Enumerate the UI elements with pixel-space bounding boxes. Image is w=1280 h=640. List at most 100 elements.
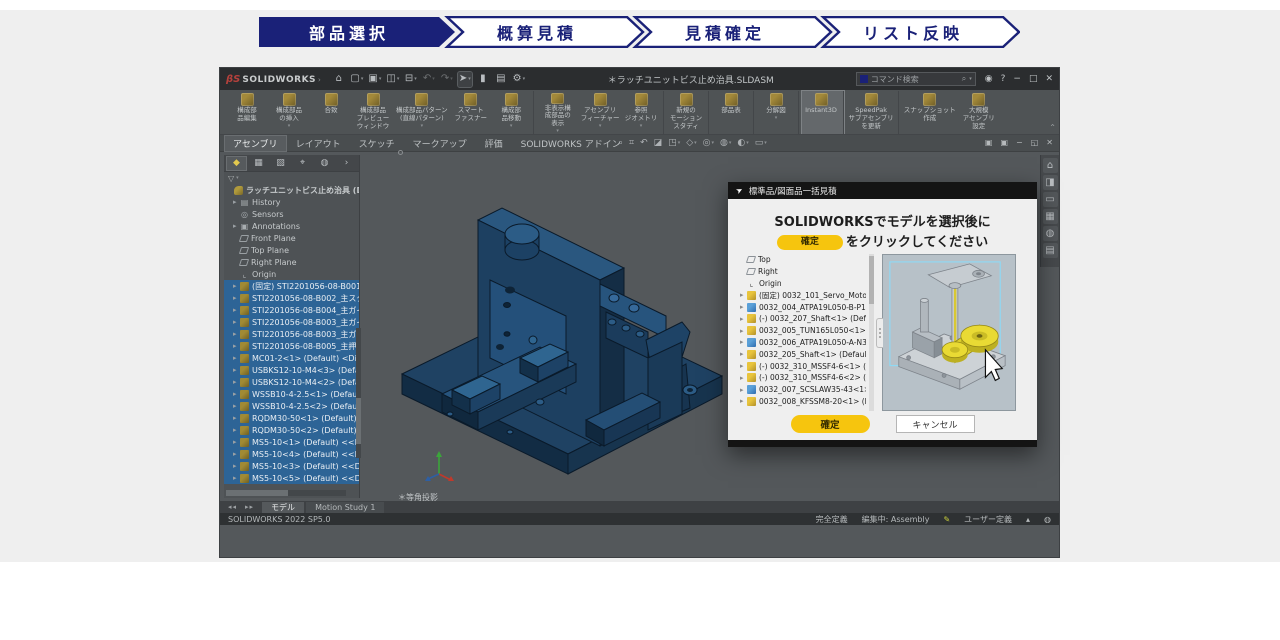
dialog-tree-item[interactable]: ▸ (-) 0032_310_MSSF4-6<2> (D bbox=[738, 372, 866, 384]
feature-tree-item[interactable]: ▸ Sensors bbox=[224, 208, 359, 220]
ribbon-button[interactable]: スマート ファスナー ▾ bbox=[450, 91, 492, 134]
user-account-icon[interactable]: ◉ bbox=[985, 74, 993, 84]
workflow-step-parts-select[interactable]: 部品選択 bbox=[259, 16, 439, 48]
web-help-icon[interactable]: ◍ bbox=[1044, 515, 1051, 524]
logo-expand-icon[interactable]: › bbox=[318, 76, 321, 84]
ribbon-button[interactable]: 参照 ジオメトリ ▾ bbox=[622, 91, 664, 134]
preview-3d-model[interactable] bbox=[883, 255, 1015, 410]
scrollbar-thumb[interactable] bbox=[869, 256, 874, 304]
panel-pin-icon[interactable] bbox=[398, 150, 403, 155]
feature-tree-item[interactable]: ▸ Top Plane bbox=[224, 244, 359, 256]
displaymanager-tab-icon[interactable]: ◍ bbox=[314, 156, 335, 171]
doc-minimize-icon[interactable]: − bbox=[1016, 138, 1023, 147]
ribbon-button[interactable]: 構成部品 プレビュー ウィンドウ ▾ bbox=[352, 91, 394, 134]
ribbon-collapse-icon[interactable]: ⌃ bbox=[1049, 123, 1056, 132]
previous-view-icon[interactable]: ↶▾ bbox=[640, 138, 648, 148]
minimize-icon[interactable]: − bbox=[1013, 74, 1021, 84]
configurationmanager-tab-icon[interactable]: ▧ bbox=[270, 156, 291, 171]
expander-icon[interactable]: ▸ bbox=[233, 474, 240, 482]
ribbon-button[interactable]: 部品表 ▾ bbox=[712, 91, 754, 134]
tab-rewind-icon[interactable]: ◂◂ bbox=[228, 503, 237, 511]
ribbon-button[interactable]: 分解図 ▾ bbox=[757, 91, 799, 134]
undo-icon[interactable]: ↶▾ bbox=[422, 72, 436, 87]
expander-icon[interactable]: ▸ bbox=[233, 330, 240, 338]
feature-tree-item[interactable]: ▸ MS5-10<5> (Default) <<Default> bbox=[224, 472, 359, 484]
feature-tree-item[interactable]: ▸ STI2201056-08-B005_主押さえプレー bbox=[224, 340, 359, 352]
propertymanager-tab-icon[interactable]: ▦ bbox=[248, 156, 269, 171]
feature-tree-item[interactable]: ▸ Right Plane bbox=[224, 256, 359, 268]
expand-panel-tab-icon[interactable]: › bbox=[336, 156, 357, 171]
expander-icon[interactable]: ▸ bbox=[740, 291, 747, 299]
ribbon-button[interactable]: 合致 ▾ bbox=[310, 91, 352, 134]
feature-tree-item[interactable]: ▸ STI2201056-08-B004_主ガイドブロッ bbox=[224, 304, 359, 316]
ribbon-tab[interactable]: SOLIDWORKS アドイン bbox=[512, 135, 630, 152]
feature-tree-item[interactable]: ▸ USBKS12-10-M4<3> (Default) <D bbox=[224, 364, 359, 376]
options-icon[interactable]: ⚙▾ bbox=[512, 72, 526, 87]
dialog-tree-item[interactable]: ▸ 0032_008_KFSSM8-20<1> (D bbox=[738, 396, 866, 408]
tab-forward-icon[interactable]: ▸▸ bbox=[245, 503, 254, 511]
expander-icon[interactable]: ▸ bbox=[740, 303, 747, 311]
feature-tree-item[interactable]: ▸ MS5-10<4> (Default) <<Default> bbox=[224, 448, 359, 460]
rebuild-icon[interactable]: ▮▾ bbox=[476, 72, 490, 87]
feature-tree-item[interactable]: ▸ WSSB10-4-2.5<2> (Default) <<D bbox=[224, 400, 359, 412]
ribbon-tab[interactable]: 評価 bbox=[476, 135, 512, 152]
feature-tree-item[interactable]: ▸ RQDM30-50<2> (Default) <<Def bbox=[224, 424, 359, 436]
feature-tree-item[interactable]: ▸ Front Plane bbox=[224, 232, 359, 244]
feature-tree-item[interactable]: ▸ USBKS12-10-M4<2> (Default) <D bbox=[224, 376, 359, 388]
ribbon-button[interactable]: アセンブリ フィーチャー ▾ bbox=[579, 91, 622, 134]
dialog-tree-item[interactable]: ▸ (-) 0032_310_MSSF4-6<1> (D bbox=[738, 360, 866, 372]
expander-icon[interactable]: ▸ bbox=[233, 342, 240, 350]
redo-icon[interactable]: ↷▾ bbox=[440, 72, 454, 87]
ribbon-button[interactable]: SpeedPak サブアセンブリ を更新 ▾ bbox=[847, 91, 899, 134]
ribbon-tab[interactable]: アセンブリ bbox=[224, 135, 287, 152]
open-file-icon[interactable]: ▣▾ bbox=[368, 72, 382, 87]
ribbon-button[interactable]: 構成部品 の挿入 ▾ bbox=[268, 91, 310, 134]
expander-icon[interactable]: ▸ bbox=[233, 414, 240, 422]
expander-icon[interactable]: ▸ bbox=[233, 402, 240, 410]
expander-icon[interactable]: ▸ bbox=[233, 378, 240, 386]
display-style-icon[interactable]: ◇▾ bbox=[686, 138, 696, 148]
expander-icon[interactable]: ▸ bbox=[233, 366, 240, 374]
section-view-icon[interactable]: ◪▾ bbox=[654, 138, 663, 148]
file-properties-icon[interactable]: ▤▾ bbox=[494, 72, 508, 87]
view-palette-icon[interactable]: ▦ bbox=[1043, 209, 1058, 224]
feature-tree-item[interactable]: ▸ STI2201056-08-B003_主ガイドブロッ bbox=[224, 316, 359, 328]
expander-icon[interactable]: ▸ bbox=[233, 354, 240, 362]
dimxpertmanager-tab-icon[interactable]: ⌖ bbox=[292, 156, 313, 171]
dialog-tree-item[interactable]: ▸ 0032_006_ATPA19L050-A-N3 bbox=[738, 337, 866, 349]
expander-icon[interactable]: ▸ bbox=[233, 294, 240, 302]
home-tab-icon[interactable]: ⌂ bbox=[1043, 158, 1058, 173]
ribbon-tab[interactable]: マークアップ bbox=[404, 135, 476, 152]
expander-icon[interactable]: ▸ bbox=[740, 315, 747, 323]
new-document-icon[interactable]: ▢▾ bbox=[350, 72, 364, 87]
feature-tree-item[interactable]: ▸ (固定) STI2201056-08-B001_主ベー bbox=[224, 280, 359, 292]
expander-icon[interactable]: ▸ bbox=[233, 222, 240, 230]
tree-horizontal-scrollbar[interactable] bbox=[226, 490, 346, 496]
tree-filter-row[interactable]: ▽ ▾ bbox=[224, 172, 359, 184]
expander-icon[interactable]: ▸ bbox=[740, 338, 747, 346]
doc-window2-icon[interactable]: ▣ bbox=[1000, 138, 1008, 147]
ribbon-button[interactable]: 構成部品パターン (直線パターン) ▾ bbox=[394, 91, 450, 134]
expander-icon[interactable]: ▸ bbox=[233, 306, 240, 314]
doc-window-icon[interactable]: ▣ bbox=[985, 138, 993, 147]
search-caret-icon[interactable]: ▾ bbox=[969, 76, 972, 82]
expander-icon[interactable]: ▸ bbox=[740, 374, 747, 382]
apply-scene-icon[interactable]: ◐▾ bbox=[737, 138, 748, 148]
expander-icon[interactable]: ▸ bbox=[740, 362, 747, 370]
search-icon[interactable]: ⌕ bbox=[962, 74, 966, 84]
dialog-tree-item[interactable]: ▸ 0032_004_ATPA19L050-B-P1 bbox=[738, 301, 866, 313]
feature-tree-item[interactable]: ▸ WSSB10-4-2.5<1> (Default) <<D bbox=[224, 388, 359, 400]
cancel-button[interactable]: キャンセル bbox=[896, 415, 975, 433]
featuremanager-tab-icon[interactable]: ◆ bbox=[226, 156, 247, 171]
edit-appearance-icon[interactable]: ◍▾ bbox=[720, 138, 731, 148]
expander-icon[interactable]: ▸ bbox=[740, 350, 747, 358]
command-search-box[interactable]: コマンド検索 ⌕ ▾ bbox=[856, 72, 976, 86]
dialog-tree-item[interactable]: ▸ 0032_205_Shaft<1> (Default) bbox=[738, 348, 866, 360]
model-tab[interactable]: モデル bbox=[262, 502, 304, 513]
ribbon-button[interactable]: 大規模 アセンブリ 設定 ▾ bbox=[958, 91, 1000, 134]
workflow-step-list-reflect[interactable]: リスト反映 bbox=[823, 16, 1003, 48]
dialog-tree-item[interactable]: ▸ 0032_005_TUN165L050<1> (D bbox=[738, 325, 866, 337]
view-settings-icon[interactable]: ▭▾ bbox=[755, 138, 767, 148]
ribbon-button[interactable]: 非表示構 成部品の 表示 ▾ bbox=[537, 91, 579, 134]
expander-icon[interactable]: ▸ bbox=[233, 198, 240, 206]
